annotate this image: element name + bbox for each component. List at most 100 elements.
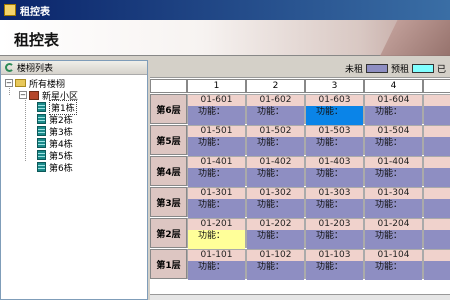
room-cell[interactable] (423, 156, 450, 187)
tree-node-building[interactable]: 第4栋 (5, 137, 147, 150)
room-cell[interactable]: 01-203 功能： (305, 218, 364, 249)
room-cell[interactable]: 01-202 功能： (246, 218, 305, 249)
room-cell[interactable]: 01-401 功能： (187, 156, 246, 187)
room-number: 01-304 (365, 188, 422, 199)
room-cell[interactable]: 01-102 功能： (246, 249, 305, 280)
horizontal-scrollbar[interactable] (150, 294, 450, 300)
room-function (424, 137, 450, 156)
room-function: 功能： (365, 230, 422, 249)
room-number (424, 250, 450, 261)
room-cell[interactable]: 01-602 功能： (246, 94, 305, 125)
room-function (424, 230, 450, 249)
room-cell[interactable]: 01-304 功能： (364, 187, 423, 218)
room-cell[interactable]: 01-303 功能： (305, 187, 364, 218)
legend-unrented-swatch (365, 64, 388, 73)
room-cell[interactable]: 01-402 功能： (246, 156, 305, 187)
room-cell[interactable]: 01-601 功能： (187, 94, 246, 125)
room-function: 功能： (365, 106, 422, 125)
room-cell[interactable]: 01-502 功能： (246, 125, 305, 156)
column-header-partial (423, 79, 450, 93)
room-number (424, 157, 450, 168)
legend-bar: 未租 预租 已 (150, 60, 450, 78)
room-cell[interactable]: 01-504 功能： (364, 125, 423, 156)
building-icon (37, 126, 46, 136)
banner-decoration (380, 20, 450, 56)
window-title: 租控表 (20, 6, 50, 18)
room-function: 功能： (188, 199, 245, 218)
room-number: 01-602 (247, 95, 304, 106)
room-cell[interactable]: 01-503 功能： (305, 125, 364, 156)
tree-node-building[interactable]: 第3栋 (5, 125, 147, 138)
room-cell[interactable]: 01-604 功能： (364, 94, 423, 125)
building-icon (37, 150, 46, 160)
floor-label: 第4层 (150, 156, 187, 186)
room-number: 01-503 (306, 126, 363, 137)
room-cell[interactable]: 01-301 功能： (187, 187, 246, 218)
room-number: 01-404 (365, 157, 422, 168)
tree-node-building[interactable]: 第5栋 (5, 149, 147, 162)
room-cell[interactable] (423, 187, 450, 218)
room-function: 功能： (188, 137, 245, 156)
room-number: 01-104 (365, 250, 422, 261)
room-cell[interactable] (423, 94, 450, 125)
tree-node-building[interactable]: 第6栋 (5, 161, 147, 174)
title-bar: 租控表 (0, 0, 450, 20)
building-icon (37, 162, 46, 172)
room-number: 01-604 (365, 95, 422, 106)
grid-corner (150, 79, 187, 93)
column-header: 3 (305, 79, 364, 93)
room-function: 功能： (306, 137, 363, 156)
room-cell[interactable]: 01-101 功能： (187, 249, 246, 280)
room-cell[interactable] (423, 218, 450, 249)
room-number: 01-102 (247, 250, 304, 261)
room-cell[interactable]: 01-603 功能： (305, 94, 364, 125)
collapse-icon[interactable]: − (19, 91, 27, 99)
room-cell[interactable]: 01-104 功能： (364, 249, 423, 280)
column-header: 2 (246, 79, 305, 93)
app-icon (4, 4, 16, 16)
floor-label: 第1层 (150, 249, 187, 279)
room-number: 01-203 (306, 219, 363, 230)
room-number (424, 188, 450, 199)
building-icon (37, 138, 46, 148)
tree-panel-title: 楼栩列表 (17, 64, 54, 74)
room-function: 功能： (247, 230, 304, 249)
room-cell[interactable]: 01-403 功能： (305, 156, 364, 187)
room-cell[interactable]: 01-302 功能： (246, 187, 305, 218)
tree-node-root[interactable]: − 所有楼栩 (5, 77, 147, 90)
collapse-icon[interactable]: − (5, 79, 13, 87)
room-cell[interactable]: 01-204 功能： (364, 218, 423, 249)
room-function: 功能： (188, 261, 245, 280)
room-number (424, 126, 450, 137)
room-number: 01-103 (306, 250, 363, 261)
room-function: 功能： (188, 106, 245, 125)
room-cell[interactable]: 01-103 功能： (305, 249, 364, 280)
room-number: 01-301 (188, 188, 245, 199)
room-function: 功能： (247, 261, 304, 280)
room-number: 01-202 (247, 219, 304, 230)
building-icon (37, 114, 46, 124)
room-function (424, 168, 450, 187)
room-cell[interactable]: 01-501 功能： (187, 125, 246, 156)
folder-icon (15, 79, 26, 87)
room-number: 01-502 (247, 126, 304, 137)
room-cell[interactable] (423, 125, 450, 156)
room-number: 01-201 (188, 219, 245, 230)
room-function (424, 199, 450, 218)
building-icon (37, 102, 46, 112)
tree-node-building[interactable]: 第1栋 (5, 99, 147, 115)
room-number: 01-302 (247, 188, 304, 199)
room-cell[interactable]: 01-201 功能： (187, 218, 246, 249)
room-cell[interactable]: 01-404 功能： (364, 156, 423, 187)
room-function: 功能： (247, 137, 304, 156)
room-function: 功能： (306, 230, 363, 249)
legend-truncated-label: 已 (436, 65, 446, 75)
room-cell[interactable] (423, 249, 450, 280)
refresh-icon[interactable] (5, 63, 14, 72)
header-banner: 租控表 (0, 20, 450, 56)
column-header: 4 (364, 79, 423, 93)
room-function: 功能： (247, 199, 304, 218)
legend-reserved-swatch (411, 64, 434, 73)
tree-node-label: 第6栋 (49, 163, 73, 174)
tree-node-building[interactable]: 第2栋 (5, 113, 147, 126)
